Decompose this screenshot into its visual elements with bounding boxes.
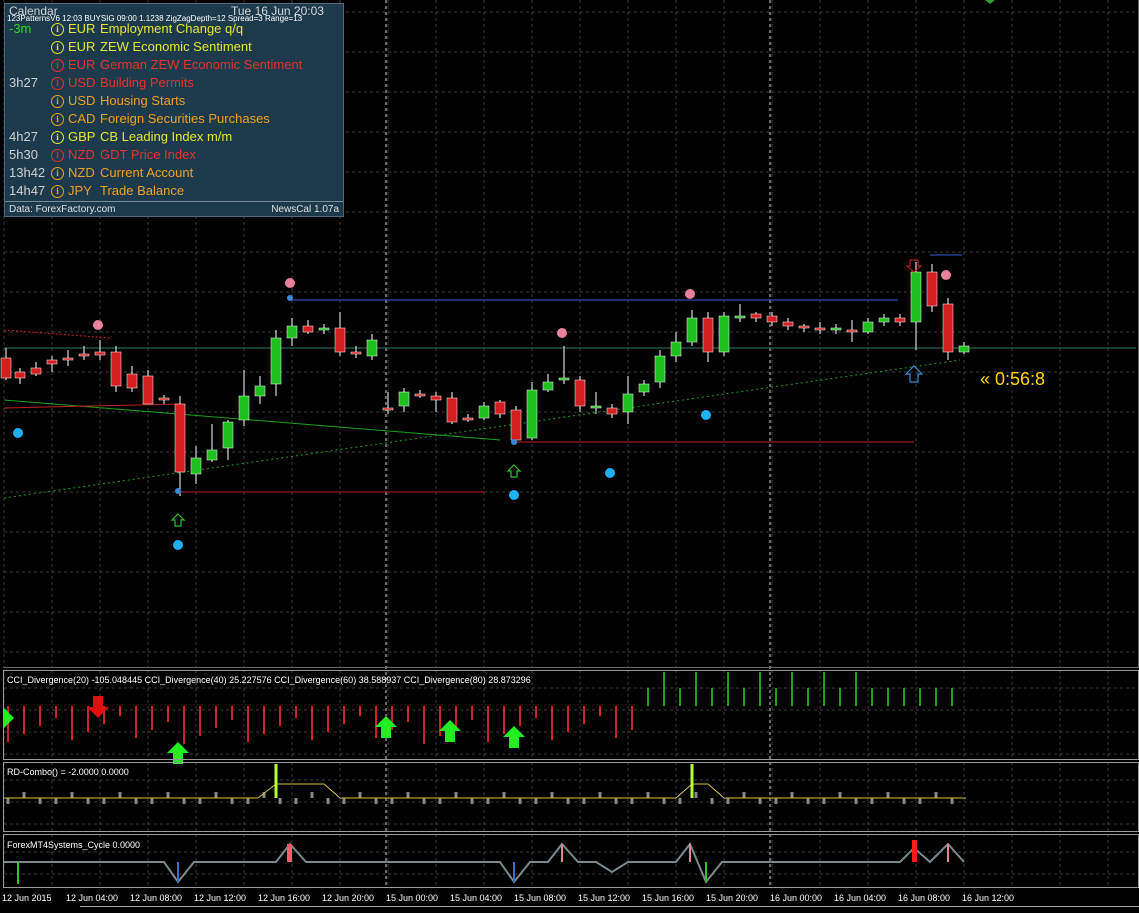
rd-combo-pane[interactable] [3,762,1139,832]
info-icon[interactable]: i [51,149,64,162]
event-currency: USD [68,93,96,108]
calendar-event-row[interactable]: 3h27 i USD Building Permits [5,75,343,93]
event-name: Employment Change q/q [100,21,244,36]
event-currency: USD [68,75,96,90]
event-name: Housing Starts [100,93,186,108]
event-time: 4h27 [9,129,38,144]
info-icon[interactable]: i [51,95,64,108]
time-axis-label: 12 Jun 16:00 [258,893,311,903]
time-axis-label: 12 Jun 20:00 [322,893,375,903]
info-icon[interactable]: i [51,113,64,126]
event-currency: EUR [68,21,96,36]
event-name: Building Permits [100,75,194,90]
time-axis-label: 16 Jun 08:00 [898,893,951,903]
time-axis-label: 16 Jun 12:00 [962,893,1015,903]
event-currency: NZD [68,165,95,180]
info-icon[interactable]: i [51,77,64,90]
calendar-event-row[interactable]: 13h42 i NZD Current Account [5,165,343,183]
calendar-event-row[interactable]: i CAD Foreign Securities Purchases [5,111,343,129]
time-axis-label: 16 Jun 00:00 [770,893,823,903]
bar-countdown-timer: « 0:56:8 [980,369,1046,389]
time-axis-label: 15 Jun 16:00 [642,893,695,903]
info-icon[interactable]: i [51,131,64,144]
calendar-event-row[interactable]: 14h47 i JPY Trade Balance [5,183,343,201]
time-axis-label: 12 Jun 08:00 [130,893,183,903]
info-icon[interactable]: i [51,59,64,72]
event-name: German ZEW Economic Sentiment [100,57,303,72]
calendar-event-row[interactable]: 4h27 i GBP CB Leading Index m/m [5,129,343,147]
event-time: 14h47 [9,183,46,198]
calendar-event-row[interactable]: i EUR German ZEW Economic Sentiment [5,57,343,75]
calendar-event-row[interactable]: i USD Housing Starts [5,93,343,111]
calendar-event-row[interactable]: 5h30 i NZD GDT Price Index [5,147,343,165]
calendar-event-row[interactable]: i EUR ZEW Economic Sentiment [5,39,343,57]
time-axis-label: 15 Jun 04:00 [450,893,503,903]
cycle-pane[interactable] [3,834,1139,888]
time-axis-label: 16 Jun 04:00 [834,893,887,903]
cycle-pane-label: ForexMT4Systems_Cycle 0.0000 [7,840,141,850]
time-axis-label: 15 Jun 20:00 [706,893,759,903]
event-time: 3h27 [9,75,38,90]
event-currency: EUR [68,39,96,54]
event-name: Foreign Securities Purchases [100,111,270,126]
calendar-event-row[interactable]: -3m i EUR Employment Change q/q [5,21,343,39]
time-axis-label: 12 Jun 12:00 [194,893,247,903]
time-axis-label: 12 Jun 2015 [2,893,52,903]
event-time: 5h30 [9,147,38,162]
event-currency: CAD [68,111,96,126]
event-currency: EUR [68,57,96,72]
event-time: -3m [9,21,32,36]
event-name: ZEW Economic Sentiment [100,39,252,54]
event-name: Current Account [100,165,194,180]
time-axis-label: 15 Jun 12:00 [578,893,631,903]
news-calendar-panel[interactable]: Calendar Tue 16 Jun 20:03 123PatternsV6 … [4,3,344,217]
event-name: Trade Balance [100,183,185,198]
cci-pane-label: CCI_Divergence(20) -105.048445 CCI_Diver… [7,675,531,685]
rd-combo-pane-label: RD-Combo() = -2.0000 0.0000 [7,767,129,777]
info-icon[interactable]: i [51,167,64,180]
event-name: CB Leading Index m/m [100,129,233,144]
event-currency: GBP [68,129,96,144]
info-icon[interactable]: i [51,23,64,36]
event-currency: JPY [68,183,92,198]
calendar-version: NewsCal 1.07a [271,204,339,215]
event-currency: NZD [68,147,95,162]
time-axis-label: 15 Jun 08:00 [514,893,567,903]
event-time: 13h42 [9,165,46,180]
time-axis-label: 15 Jun 00:00 [386,893,439,903]
time-axis-label: 12 Jun 04:00 [66,893,119,903]
event-name: GDT Price Index [100,147,196,162]
calendar-data-source: Data: ForexFactory.com [9,204,116,215]
calendar-footer: Data: ForexFactory.com NewsCal 1.07a [5,201,343,218]
info-icon[interactable]: i [51,41,64,54]
info-icon[interactable]: i [51,185,64,198]
